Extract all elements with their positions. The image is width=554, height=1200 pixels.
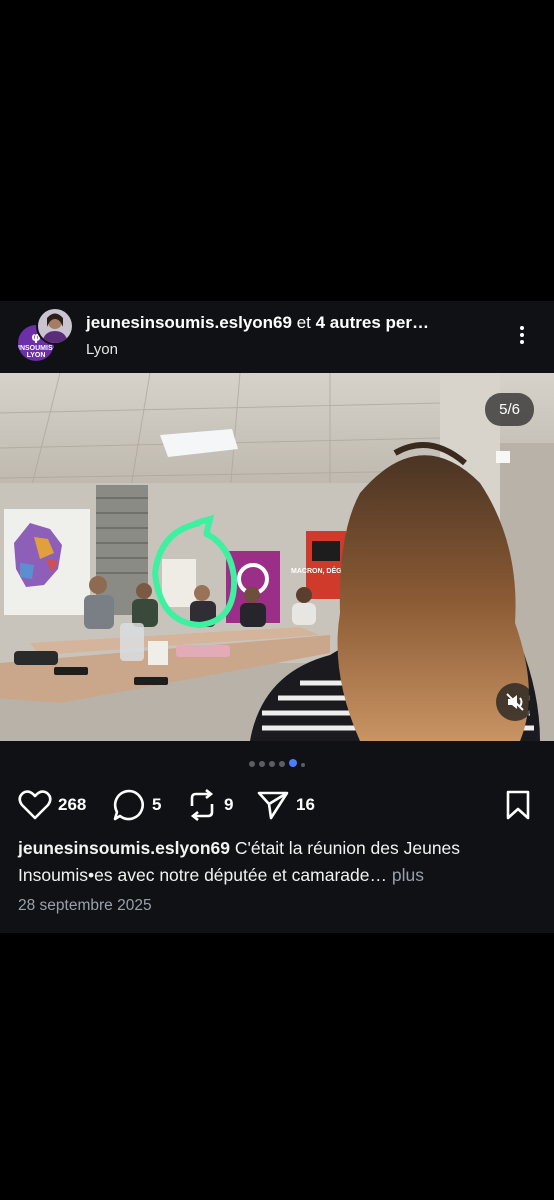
carousel-dot-active bbox=[289, 759, 297, 767]
carousel-dot bbox=[249, 761, 255, 767]
authors-connector: et bbox=[291, 313, 316, 332]
post-card: φ INSOUMIS·ES LYON jeunesinsoumis.eslyon… bbox=[0, 301, 554, 933]
mute-icon[interactable] bbox=[496, 683, 534, 721]
share-button[interactable]: 16 bbox=[256, 787, 315, 823]
heart-icon bbox=[18, 790, 52, 820]
share-count: 16 bbox=[296, 795, 315, 814]
share-icon bbox=[257, 791, 289, 820]
carousel-dot bbox=[259, 761, 265, 767]
repost-icon bbox=[190, 788, 214, 822]
coauthors-link[interactable]: 4 autres per… bbox=[316, 313, 429, 332]
carousel-dot bbox=[269, 761, 275, 767]
caption-more-link[interactable]: plus bbox=[392, 865, 424, 885]
action-bar: 268 5 9 16 bbox=[0, 787, 554, 823]
post-caption[interactable]: jeunesinsoumis.eslyon69 C'était la réuni… bbox=[18, 835, 538, 889]
like-count: 268 bbox=[58, 795, 87, 814]
bookmark-icon bbox=[506, 790, 530, 820]
post-photo[interactable]: MACRON, DÉGAGE ! 5/6 bbox=[0, 373, 554, 741]
coauthor-avatar[interactable] bbox=[36, 307, 74, 345]
repost-button[interactable]: 9 bbox=[186, 787, 233, 823]
carousel-dot bbox=[301, 763, 305, 767]
more-icon[interactable] bbox=[510, 323, 534, 351]
caption-username[interactable]: jeunesinsoumis.eslyon69 bbox=[18, 838, 230, 858]
repost-count: 9 bbox=[224, 795, 234, 814]
comment-icon bbox=[113, 789, 144, 821]
carousel-counter: 5/6 bbox=[485, 393, 534, 426]
post-header: φ INSOUMIS·ES LYON jeunesinsoumis.eslyon… bbox=[0, 301, 554, 373]
carousel-dot bbox=[279, 761, 285, 767]
comment-button[interactable]: 5 bbox=[112, 787, 161, 823]
bookmark-button[interactable] bbox=[504, 787, 532, 823]
person-avatar-icon bbox=[38, 309, 72, 343]
like-button[interactable]: 268 bbox=[18, 787, 86, 823]
meeting-photo-illustration: MACRON, DÉGAGE ! bbox=[0, 373, 554, 741]
author-username[interactable]: jeunesinsoumis.eslyon69 bbox=[86, 313, 292, 332]
comment-count: 5 bbox=[152, 795, 162, 814]
post-authors[interactable]: jeunesinsoumis.eslyon69 et 4 autres per… bbox=[86, 313, 429, 333]
post-date: 28 septembre 2025 bbox=[18, 897, 152, 914]
post-location[interactable]: Lyon bbox=[86, 341, 118, 358]
avatar-logo-text: INSOUMIS·ES LYON bbox=[18, 345, 54, 359]
carousel-indicator bbox=[0, 759, 554, 767]
